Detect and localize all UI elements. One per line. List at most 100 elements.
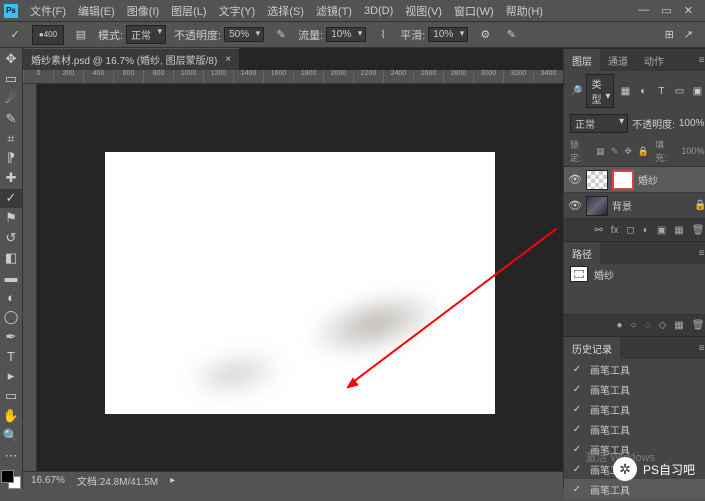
layer-thumb[interactable] <box>586 170 608 190</box>
path-item[interactable]: 婚纱 <box>564 264 705 284</box>
menu-image[interactable]: 图像(I) <box>121 3 165 19</box>
flow-input[interactable]: 10% <box>326 27 366 42</box>
filter-pixel-icon[interactable]: ▦ <box>618 84 632 98</box>
layer-opacity-value[interactable]: 100% <box>679 118 705 129</box>
menu-view[interactable]: 视图(V) <box>399 3 448 19</box>
blend-mode-select[interactable]: 正常 <box>126 25 166 44</box>
menu-select[interactable]: 选择(S) <box>261 3 310 19</box>
hand-tool[interactable]: ✋ <box>0 407 22 426</box>
layer-name[interactable]: 婚纱 <box>638 172 658 187</box>
eyedropper-tool[interactable]: ⁋ <box>0 149 22 168</box>
menu-edit[interactable]: 编辑(E) <box>72 3 121 19</box>
airbrush-icon[interactable]: ⌇ <box>374 26 392 44</box>
link-icon[interactable]: ⚯ <box>594 225 602 236</box>
lock-pos-icon[interactable]: ✥ <box>624 146 632 157</box>
menu-3d[interactable]: 3D(D) <box>358 5 399 17</box>
layer-blend-mode[interactable]: 正常 <box>570 114 628 133</box>
shape-path-icon[interactable]: ◇ <box>659 320 667 331</box>
fill-path-icon[interactable]: ● <box>617 320 623 331</box>
search-icon[interactable]: ⊞ <box>665 28 674 41</box>
filter-smart-icon[interactable]: ▣ <box>690 84 704 98</box>
panel-menu-icon[interactable]: ≡ <box>693 55 705 66</box>
dodge-tool[interactable]: ◯ <box>0 308 22 327</box>
gradient-tool[interactable]: ▬ <box>0 268 22 287</box>
menu-layer[interactable]: 图层(L) <box>165 3 212 19</box>
menu-filter[interactable]: 滤镜(T) <box>310 3 358 19</box>
color-swatches[interactable] <box>1 470 21 489</box>
brush-preset-picker[interactable]: ● 400 <box>32 25 64 45</box>
lock-all-icon[interactable]: 🔒 <box>638 146 649 157</box>
new-path-icon[interactable]: ▦ <box>674 320 683 331</box>
layer-name[interactable]: 背景 <box>612 198 632 213</box>
path-name[interactable]: 婚纱 <box>594 267 614 282</box>
layer-row[interactable]: 👁 婚纱 <box>564 167 705 193</box>
adjustment-icon[interactable]: ◐ <box>643 225 649 236</box>
mask-icon[interactable]: ◻ <box>626 225 634 236</box>
move-tool[interactable]: ✥ <box>0 50 22 69</box>
tab-history[interactable]: 历史记录 <box>564 337 620 359</box>
layer-row[interactable]: 👁 背景 🔒 <box>564 193 705 219</box>
layer-mask-thumb[interactable] <box>612 170 634 190</box>
selection-path-icon[interactable]: ◌ <box>645 320 651 331</box>
brush-tool-icon[interactable]: ✓ <box>6 26 24 44</box>
history-item[interactable]: ✓画笔工具 <box>564 359 705 379</box>
healing-tool[interactable]: ✚ <box>0 169 22 188</box>
menu-window[interactable]: 窗口(W) <box>448 3 500 19</box>
share-icon[interactable]: ↗ <box>684 28 693 41</box>
visibility-icon[interactable]: 👁 <box>568 173 582 186</box>
panel-menu-icon[interactable]: ≡ <box>693 248 705 259</box>
history-item[interactable]: ✓画笔工具 <box>564 479 705 499</box>
brush-panel-icon[interactable]: ▤ <box>72 26 90 44</box>
filter-shape-icon[interactable]: ▭ <box>672 84 686 98</box>
blur-tool[interactable]: ◐ <box>0 288 22 307</box>
history-item[interactable]: ✓画笔工具 <box>564 419 705 439</box>
visibility-icon[interactable]: 👁 <box>568 199 582 212</box>
menu-type[interactable]: 文字(Y) <box>213 3 262 19</box>
tab-paths[interactable]: 路径 <box>564 242 600 264</box>
search-icon[interactable]: 🔎 <box>570 86 582 97</box>
pen-tool[interactable]: ✒ <box>0 327 22 346</box>
pressure-opacity-icon[interactable]: ✎ <box>272 26 290 44</box>
opacity-input[interactable]: 50% <box>224 27 264 42</box>
canvas-background[interactable] <box>37 84 563 471</box>
eraser-tool[interactable]: ◧ <box>0 248 22 267</box>
filter-type-icon[interactable]: T <box>654 84 668 98</box>
history-item[interactable]: ✓画笔工具 <box>564 399 705 419</box>
tab-channels[interactable]: 通道 <box>600 49 636 71</box>
history-brush-tool[interactable]: ↺ <box>0 228 22 247</box>
minimize-icon[interactable]: — <box>638 4 649 17</box>
layer-thumb[interactable] <box>586 196 608 216</box>
fill-value[interactable]: 100% <box>681 146 704 156</box>
type-tool[interactable]: T <box>0 347 22 366</box>
status-chevron-icon[interactable]: ▸ <box>170 475 175 486</box>
panel-menu-icon[interactable]: ≡ <box>693 343 705 354</box>
filter-adjust-icon[interactable]: ◐ <box>636 84 650 98</box>
canvas[interactable] <box>105 152 495 414</box>
trash-icon[interactable]: 🗑 <box>692 225 705 236</box>
symmetry-icon[interactable]: ✎ <box>502 26 520 44</box>
history-item[interactable]: ✓画笔工具 <box>564 379 705 399</box>
lock-trans-icon[interactable]: ▦ <box>596 146 605 157</box>
path-select-tool[interactable]: ▸ <box>0 367 22 386</box>
zoom-level[interactable]: 16.67% <box>31 475 65 486</box>
maximize-icon[interactable]: ▭ <box>661 4 671 17</box>
menu-file[interactable]: 文件(F) <box>24 3 72 19</box>
close-tab-icon[interactable]: × <box>225 54 231 65</box>
smooth-input[interactable]: 10% <box>428 27 468 42</box>
layer-filter-select[interactable]: 类型 <box>586 74 614 108</box>
zoom-tool[interactable]: 🔍 <box>0 426 22 445</box>
brush-tool[interactable]: ✓ <box>0 189 22 208</box>
trash-icon[interactable]: 🗑 <box>692 320 705 331</box>
quick-select-tool[interactable]: ✎ <box>0 109 22 128</box>
marquee-tool[interactable]: ▭ <box>0 70 22 89</box>
stamp-tool[interactable]: ⚑ <box>0 209 22 228</box>
stroke-path-icon[interactable]: ○ <box>631 320 637 331</box>
lock-paint-icon[interactable]: ✎ <box>611 146 619 157</box>
edit-toolbar[interactable]: ⋯ <box>0 446 22 465</box>
menu-help[interactable]: 帮助(H) <box>500 3 549 19</box>
folder-icon[interactable]: ▣ <box>657 225 666 236</box>
close-icon[interactable]: ✕ <box>684 4 693 17</box>
gear-icon[interactable]: ⚙ <box>476 26 494 44</box>
crop-tool[interactable]: ⌗ <box>0 129 22 148</box>
tab-actions[interactable]: 动作 <box>636 49 672 71</box>
